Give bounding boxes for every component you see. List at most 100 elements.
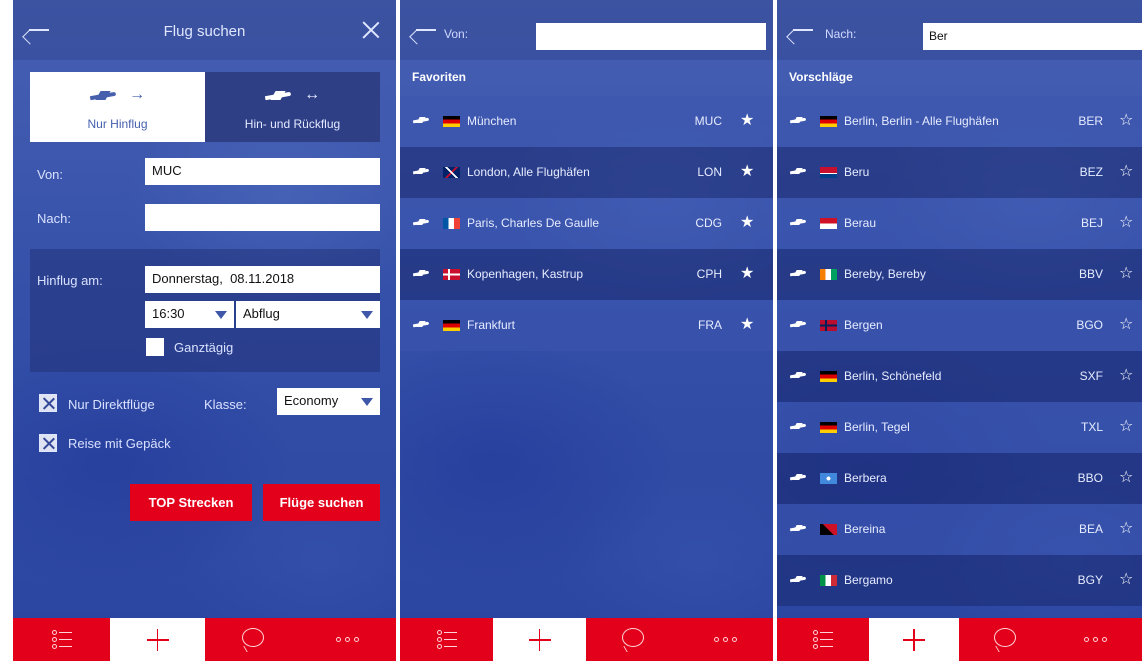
list-item[interactable]: Bereina BEA ☆ — [777, 504, 1142, 555]
plane-icon — [789, 369, 808, 381]
trip-one-way-option[interactable]: → Nur Hinflug — [30, 72, 205, 142]
star-icon[interactable]: ☆ — [1119, 110, 1133, 130]
star-icon[interactable]: ☆ — [1119, 467, 1133, 487]
star-icon[interactable]: ☆ — [1119, 161, 1133, 181]
airport-name: Bergen — [844, 318, 883, 332]
airport-code: FRA — [698, 318, 722, 332]
all-day-label: Ganztägig — [174, 340, 234, 355]
star-icon[interactable]: ☆ — [1119, 212, 1133, 232]
tab-new[interactable] — [110, 618, 205, 661]
all-day-checkbox[interactable] — [146, 338, 164, 356]
plus-icon — [528, 629, 551, 651]
star-icon[interactable]: ★ — [740, 161, 754, 181]
star-icon[interactable]: ★ — [740, 263, 754, 283]
tab-new[interactable] — [493, 618, 586, 661]
list-item[interactable]: Bereby, Bereby BBV ☆ — [777, 249, 1142, 300]
plane-icon — [412, 318, 431, 330]
plane-icon — [789, 114, 808, 126]
tab-bar — [777, 618, 1142, 661]
list-item[interactable]: Kopenhagen, Kastrup CPH ★ — [400, 249, 773, 300]
to-label: Nach: — [37, 211, 71, 226]
star-icon[interactable]: ☆ — [1119, 518, 1133, 538]
from-label: Von: — [37, 167, 64, 182]
close-icon[interactable] — [362, 21, 380, 39]
trip-round-option[interactable]: ↔ Hin- und Rückflug — [205, 72, 380, 142]
star-icon[interactable]: ☆ — [1119, 569, 1133, 589]
search-flights-button[interactable]: Flüge suchen — [263, 484, 380, 521]
to-search-input[interactable]: Ber — [923, 23, 1142, 50]
flight-search-panel: Flug suchen → Nur Hinflug ↔ Hin- und Rüc… — [13, 0, 396, 661]
list-item[interactable]: Beru BEZ ☆ — [777, 147, 1142, 198]
list-item[interactable]: Berbera BBO ☆ — [777, 453, 1142, 504]
page-title: Flug suchen — [163, 23, 246, 40]
list-item[interactable]: Berlin, Berlin - Alle Flughäfen BER ☆ — [777, 96, 1142, 147]
star-icon[interactable]: ☆ — [1119, 314, 1133, 334]
list-item[interactable]: Frankfurt FRA ★ — [400, 300, 773, 351]
back-arrow-icon[interactable] — [414, 22, 436, 38]
tab-chat[interactable] — [959, 618, 1050, 661]
list-item[interactable]: Paris, Charles De Gaulle CDG ★ — [400, 198, 773, 249]
list-item[interactable]: Bergen BGO ☆ — [777, 300, 1142, 351]
flag-icon — [820, 320, 837, 331]
tab-new[interactable] — [869, 618, 959, 661]
to-field[interactable] — [145, 204, 380, 231]
to-picker-panel: Nach: Ber Vorschläge Berlin, Berlin - Al… — [777, 0, 1142, 661]
departure-date-field[interactable]: Donnerstag, 08.11.2018 — [145, 266, 380, 293]
more-icon — [336, 637, 360, 643]
top-routes-button[interactable]: TOP Strecken — [130, 484, 252, 521]
star-icon[interactable]: ☆ — [1119, 365, 1133, 385]
flag-icon — [443, 320, 460, 331]
plane-icon — [789, 267, 808, 279]
class-select[interactable]: Economy — [277, 388, 380, 415]
chat-icon — [993, 628, 1016, 647]
flag-icon — [820, 473, 837, 484]
airport-name: London, Alle Flughäfen — [467, 165, 590, 179]
list-item[interactable]: Berlin, Tegel TXL ☆ — [777, 402, 1142, 453]
from-search-label: Von: — [444, 27, 469, 41]
flag-icon — [443, 218, 460, 229]
flag-icon — [443, 269, 460, 280]
star-icon[interactable]: ★ — [740, 110, 754, 130]
direct-flights-checkbox[interactable] — [39, 394, 57, 412]
list-item[interactable]: London, Alle Flughäfen LON ★ — [400, 147, 773, 198]
tab-more[interactable] — [679, 618, 773, 661]
airport-name: Berbera — [844, 471, 887, 485]
time-select[interactable]: 16:30 — [145, 301, 234, 328]
star-icon[interactable]: ★ — [740, 212, 754, 232]
star-icon[interactable]: ☆ — [1119, 263, 1133, 283]
arrow-both-icon: ↔ — [304, 86, 321, 103]
class-label: Klasse: — [204, 397, 247, 412]
list-item[interactable]: München MUC ★ — [400, 96, 773, 147]
flag-icon — [820, 422, 837, 433]
airport-name: München — [467, 114, 517, 128]
airport-name: Berlin, Schönefeld — [844, 369, 942, 383]
tab-list[interactable] — [400, 618, 493, 661]
header: Von: — [400, 0, 773, 60]
star-icon[interactable]: ★ — [740, 314, 754, 334]
plane-icon — [264, 88, 295, 102]
plane-icon — [789, 216, 808, 228]
back-arrow-icon[interactable] — [791, 22, 813, 38]
from-field[interactable]: MUC — [145, 158, 380, 185]
time-mode-select[interactable]: Abflug — [236, 301, 380, 328]
section-title: Vorschläge — [789, 70, 853, 84]
star-icon[interactable]: ☆ — [1119, 416, 1133, 436]
more-icon — [1084, 637, 1108, 643]
tab-more[interactable] — [300, 618, 396, 661]
tab-list[interactable] — [777, 618, 869, 661]
luggage-checkbox[interactable] — [39, 434, 57, 452]
flag-icon — [820, 371, 837, 382]
tab-chat[interactable] — [586, 618, 679, 661]
departure-label: Hinflug am: — [37, 273, 103, 288]
suggestions-list: Berlin, Berlin - Alle Flughäfen BER ☆ Beru B… — [777, 96, 1142, 606]
tab-list[interactable] — [13, 618, 110, 661]
plane-icon — [412, 165, 431, 177]
list-item[interactable]: Berau BEJ ☆ — [777, 198, 1142, 249]
flag-icon — [820, 116, 837, 127]
tab-chat[interactable] — [205, 618, 300, 661]
airport-code: SXF — [1079, 369, 1103, 383]
tab-more[interactable] — [1050, 618, 1142, 661]
from-search-input[interactable] — [536, 23, 766, 50]
list-item[interactable]: Bergamo BGY ☆ — [777, 555, 1142, 606]
list-item[interactable]: Berlin, Schönefeld SXF ☆ — [777, 351, 1142, 402]
